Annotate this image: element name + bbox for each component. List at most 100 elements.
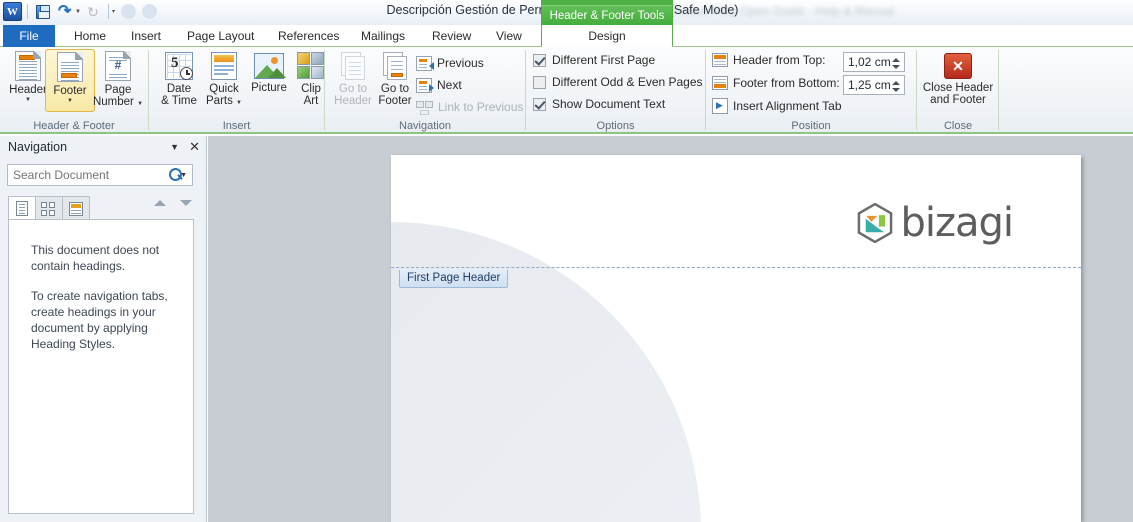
group-divider-4 (705, 50, 706, 130)
different-odd-even-checkbox[interactable] (533, 75, 546, 89)
search-results-icon (69, 201, 83, 216)
different-first-page-row[interactable]: Different First Page (533, 53, 655, 67)
page-number-text: Page Number (92, 84, 134, 108)
headings-icon (16, 201, 28, 216)
quick-parts-dropdown-icon[interactable]: ▼ (236, 100, 242, 106)
ghost-window-title: Product FAQ Open Guide - Help & Manual (668, 4, 895, 18)
header-from-top-value: 1,02 cm (848, 55, 891, 69)
previous-button[interactable]: Previous (416, 53, 484, 73)
header-from-top-input[interactable]: 1,02 cm (843, 52, 905, 72)
document-canvas[interactable]: bizagi First Page Header (208, 136, 1133, 522)
document-page[interactable]: bizagi First Page Header (391, 155, 1081, 522)
close-header-and-footer-button[interactable]: ✕ Close Header and Footer (918, 49, 998, 112)
go-to-footer-icon (383, 52, 407, 80)
bizagi-logo-text: bizagi (900, 200, 1014, 246)
close-label-line1: Close Header (922, 82, 994, 94)
close-icon[interactable]: ✕ (189, 140, 200, 153)
show-document-text-row[interactable]: Show Document Text (533, 97, 665, 111)
link-to-previous-label: Link to Previous (438, 100, 524, 114)
date-time-label: Date & Time (161, 83, 197, 107)
quick-parts-label: Quick Parts ▼ (206, 83, 242, 107)
previous-result-icon[interactable] (154, 200, 166, 206)
page-thumbnails-icon (40, 201, 58, 217)
ribbon-group-navigation: Go toHeader Go toFooter Previous Next (326, 47, 524, 134)
header-from-top-stepper[interactable] (890, 53, 902, 73)
tab-home[interactable]: Home (63, 25, 117, 47)
close-header-and-footer-label: Close Header and Footer (923, 82, 993, 106)
header-button-label: Header (9, 84, 47, 96)
insert-alignment-tab-button[interactable]: Insert Alignment Tab (712, 98, 842, 114)
tab-references[interactable]: References (267, 25, 350, 47)
navigation-pane-tools: ▼ ✕ (170, 140, 200, 153)
header-from-top-icon (712, 53, 728, 67)
footer-doc-icon (57, 52, 83, 82)
previous-label: Previous (437, 56, 484, 70)
nav-message-line1: This document does not contain headings. (31, 243, 160, 273)
ribbon: Header ▼ Footer ▼ # Page Number ▼ Header… (0, 47, 1133, 134)
page-number-dropdown-icon[interactable]: ▼ (137, 101, 143, 107)
date-time-button[interactable]: 5 Date & Time (154, 49, 204, 112)
tab-file[interactable]: File (3, 25, 55, 47)
footer-from-bottom-row: Footer from Bottom: (712, 76, 840, 90)
header-doc-icon (15, 51, 41, 81)
go-to-footer-label: Go to Footer (378, 83, 412, 107)
go-to-header-label: Go to Header (334, 83, 372, 107)
search-input[interactable] (8, 168, 168, 182)
group-divider-5 (916, 50, 917, 130)
nav-message-line2: To create navigation tabs, create headin… (31, 289, 168, 351)
tab-view[interactable]: View (485, 25, 533, 47)
close-red-x-icon: ✕ (944, 53, 972, 79)
tab-insert[interactable]: Insert (120, 25, 172, 47)
tab-page-layout[interactable]: Page Layout (176, 25, 265, 47)
search-icon[interactable] (168, 167, 183, 183)
show-document-text-label: Show Document Text (552, 97, 666, 111)
ribbon-group-options: Different First Page Different Odd & Eve… (527, 47, 704, 134)
group-title-navigation: Navigation (399, 120, 451, 132)
go-to-footer-button[interactable]: Go to Footer (370, 49, 420, 112)
header-from-top-row: Header from Top: (712, 53, 826, 67)
footer-dropdown-icon[interactable]: ▼ (67, 98, 73, 104)
link-to-previous-button: Link to Previous (416, 97, 523, 117)
navigation-pane-body: This document does not contain headings.… (8, 219, 194, 514)
different-odd-even-row[interactable]: Different Odd & Even Pages (533, 75, 703, 89)
header-dropdown-icon[interactable]: ▼ (25, 97, 31, 103)
nav-tab-results[interactable] (62, 196, 90, 220)
quick-parts-button[interactable]: Quick Parts ▼ (199, 49, 249, 112)
show-document-text-checkbox[interactable] (533, 97, 546, 111)
ribbon-group-header-footer: Header ▼ Footer ▼ # Page Number ▼ Header… (0, 47, 148, 134)
footer-from-bottom-input[interactable]: 1,25 cm (843, 75, 905, 95)
tab-review[interactable]: Review (421, 25, 482, 47)
navigation-pane: Navigation ▼ ✕ ▼ This document does not … (0, 136, 207, 522)
ribbon-group-position: Header from Top: 1,02 cm Footer from Bot… (707, 47, 915, 134)
footer-from-bottom-stepper[interactable] (890, 76, 902, 96)
go-to-header-icon (341, 52, 365, 80)
footer-button[interactable]: Footer ▼ (45, 49, 95, 112)
nav-tab-pages[interactable] (35, 196, 63, 220)
next-label: Next (437, 78, 462, 92)
page-number-button[interactable]: # Page Number ▼ (90, 49, 146, 112)
tab-design[interactable]: Design (541, 25, 673, 47)
bizagi-logo: bizagi (857, 200, 1014, 246)
group-title-insert: Insert (222, 120, 251, 132)
next-button[interactable]: Next (416, 75, 462, 95)
group-title-header-footer: Header & Footer (33, 120, 115, 132)
navigation-pane-empty-message: This document does not contain headings.… (9, 220, 193, 352)
different-first-page-checkbox[interactable] (533, 53, 546, 67)
header-from-top-label: Header from Top: (733, 53, 826, 67)
insert-alignment-tab-label: Insert Alignment Tab (733, 99, 842, 113)
group-title-position: Position (791, 120, 831, 132)
footer-from-bottom-value: 1,25 cm (848, 78, 891, 92)
chevron-down-icon[interactable]: ▼ (170, 142, 179, 152)
next-result-icon[interactable] (180, 200, 192, 206)
bizagi-hexagon-icon (858, 203, 893, 243)
picture-label: Picture (251, 82, 287, 94)
ribbon-tab-strip: File Home Insert Page Layout References … (0, 25, 1133, 47)
group-divider-1 (148, 50, 149, 130)
search-document-box[interactable]: ▼ (7, 164, 193, 186)
contextual-tab-label: Header & Footer Tools (541, 5, 673, 25)
ribbon-group-close: ✕ Close Header and Footer Close (918, 47, 998, 134)
nav-tab-headings[interactable] (8, 196, 36, 220)
tab-mailings[interactable]: Mailings (350, 25, 416, 47)
footer-button-label: Footer (53, 85, 87, 97)
group-title-options: Options (596, 120, 635, 132)
